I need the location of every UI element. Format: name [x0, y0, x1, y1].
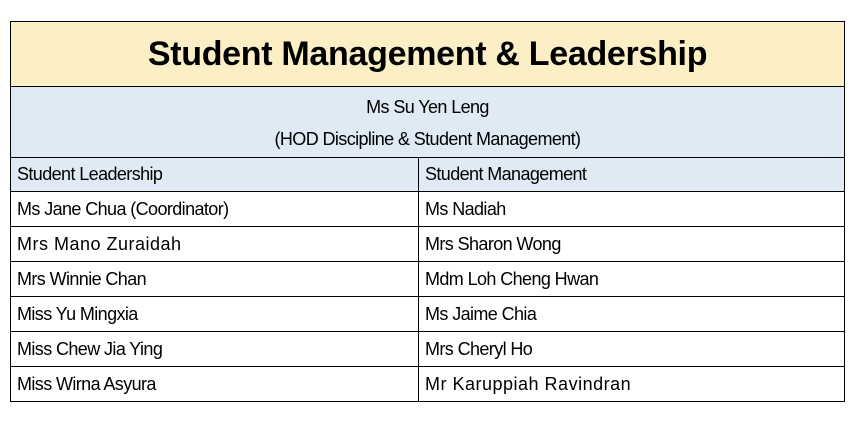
leadership-cell: Mrs Mano Zuraidah — [10, 226, 419, 262]
table-row: Miss Chew Jia Ying Mrs Cheryl Ho — [10, 331, 845, 367]
hod-role: (HOD Discipline & Student Management) — [274, 129, 582, 149]
leadership-cell: Ms Jane Chua (Coordinator) — [10, 191, 419, 227]
table-row: Ms Jane Chua (Coordinator) Ms Nadiah — [10, 191, 845, 227]
table-row: Miss Yu Mingxia Ms Jaime Chia — [10, 296, 845, 332]
management-cell: Mr Karuppiah Ravindran — [418, 366, 845, 402]
management-cell: Ms Jaime Chia — [418, 296, 845, 332]
column-header-student-management: Student Management — [418, 157, 845, 192]
leadership-cell: Mrs Winnie Chan — [10, 261, 419, 297]
leadership-cell: Miss Wirna Asyura — [10, 366, 419, 402]
column-header-student-leadership: Student Leadership — [10, 157, 419, 192]
hod-name: Ms Su Yen Leng — [366, 97, 489, 117]
table-title: Student Management & Leadership — [10, 21, 845, 87]
leadership-cell: Miss Yu Mingxia — [10, 296, 419, 332]
hod-row: Ms Su Yen Leng (HOD Discipline & Student… — [10, 86, 845, 158]
management-cell: Ms Nadiah — [418, 191, 845, 227]
column-header-row: Student Leadership Student Management — [10, 157, 845, 192]
management-cell: Mrs Sharon Wong — [418, 226, 845, 262]
table-row: Mrs Mano Zuraidah Mrs Sharon Wong — [10, 226, 845, 262]
table-row: Miss Wirna Asyura Mr Karuppiah Ravindran — [10, 366, 845, 402]
hod-cell: Ms Su Yen Leng (HOD Discipline & Student… — [10, 86, 845, 158]
management-cell: Mdm Loh Cheng Hwan — [418, 261, 845, 297]
table-row: Mrs Winnie Chan Mdm Loh Cheng Hwan — [10, 261, 845, 297]
staff-table: Student Management & Leadership Ms Su Ye… — [10, 21, 845, 402]
title-row: Student Management & Leadership — [10, 21, 845, 87]
management-cell: Mrs Cheryl Ho — [418, 331, 845, 367]
leadership-cell: Miss Chew Jia Ying — [10, 331, 419, 367]
